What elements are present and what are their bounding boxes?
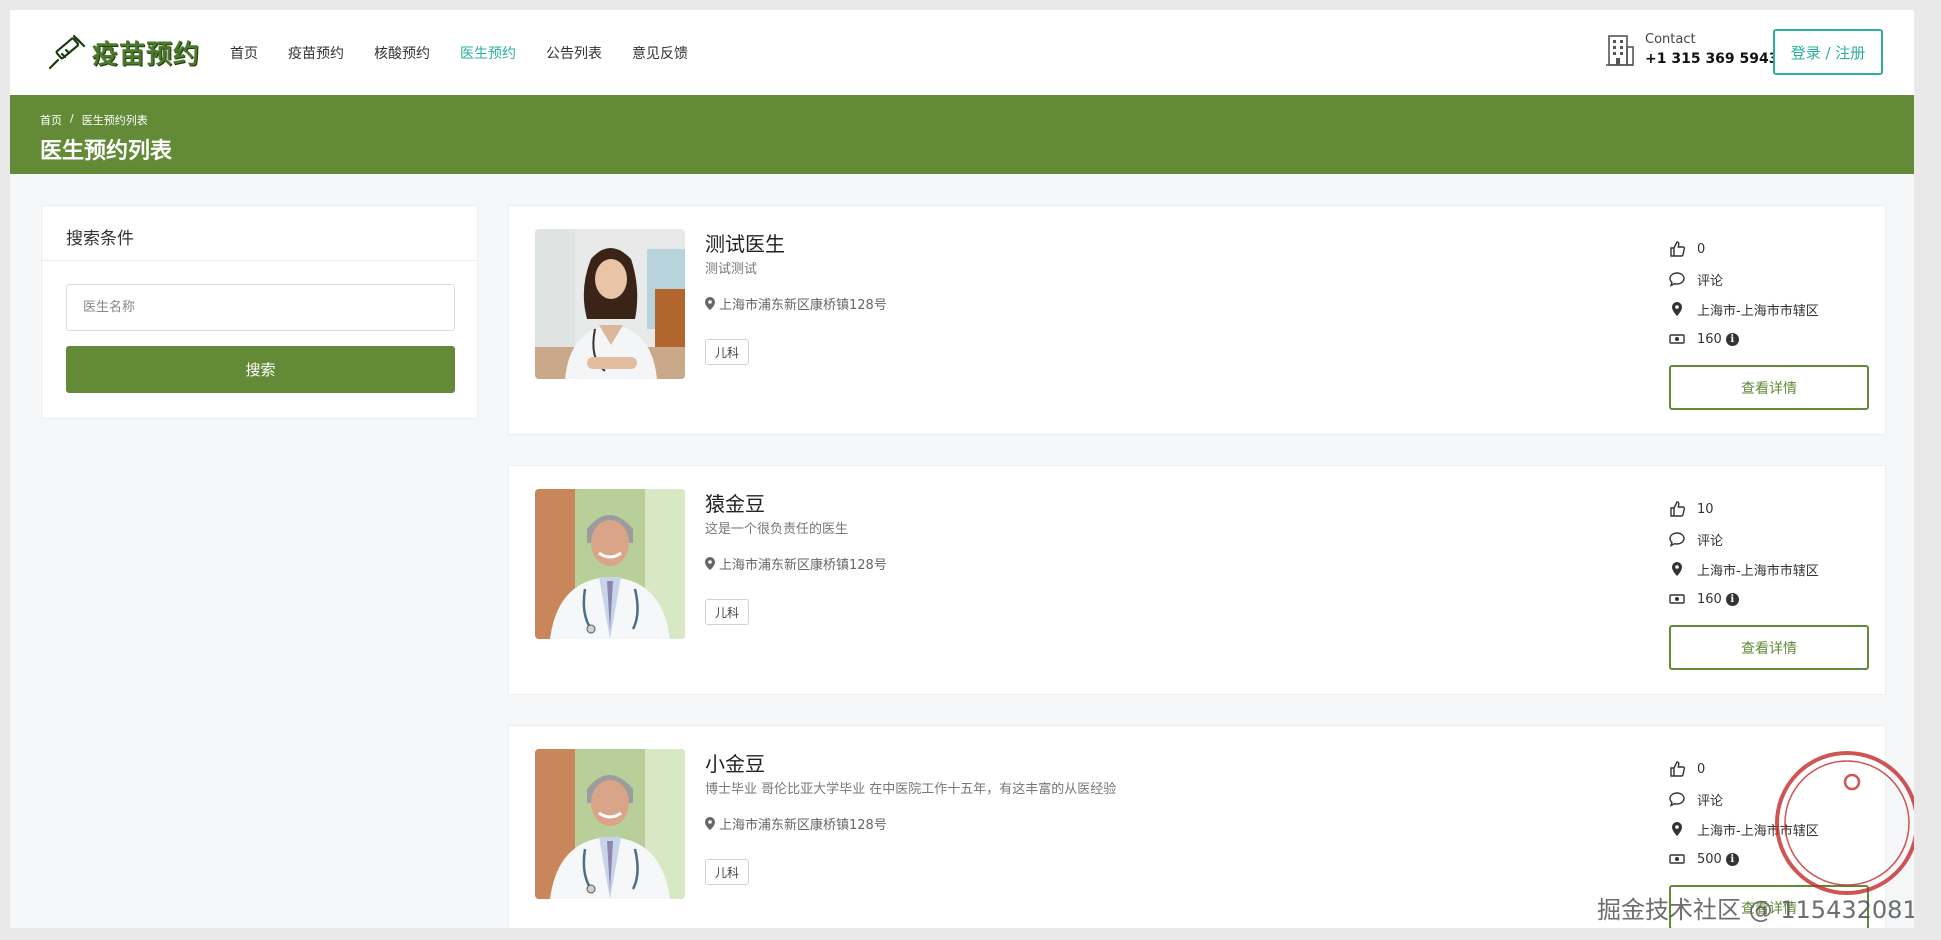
- region-row: 上海市-上海市市辖区: [1669, 554, 1869, 584]
- male-doctor-image: [535, 489, 685, 639]
- doctor-address: 上海市浦东新区康桥镇128号: [705, 554, 887, 573]
- region-text: 上海市-上海市市辖区: [1697, 563, 1819, 579]
- doctor-card: 测试医生 测试测试 上海市浦东新区康桥镇128号 儿科 0 评论 上海市-上海市…: [508, 205, 1886, 435]
- search-panel: 搜索条件 搜索: [41, 205, 478, 419]
- info-icon[interactable]: i: [1725, 332, 1739, 346]
- watermark-text: 掘金技术社区 @ 1154320813q: [1597, 896, 1914, 924]
- male-doctor-image: [535, 749, 685, 899]
- doctor-photo[interactable]: [535, 749, 685, 899]
- likes-count: 0: [1697, 241, 1706, 257]
- nav-doctor[interactable]: 医生预约: [460, 43, 516, 63]
- info-icon[interactable]: i: [1725, 592, 1739, 606]
- breadcrumb-current: 医生预约列表: [81, 114, 148, 127]
- search-button[interactable]: 搜索: [66, 346, 455, 393]
- doctor-name[interactable]: 测试医生: [705, 228, 785, 257]
- comment-icon[interactable]: [1669, 271, 1685, 287]
- department-tag: 儿科: [705, 599, 749, 625]
- doctor-photo[interactable]: [535, 229, 685, 379]
- nav-notices[interactable]: 公告列表: [546, 43, 602, 63]
- view-details-button[interactable]: 查看详情: [1669, 365, 1869, 410]
- money-bill-icon: [1669, 334, 1685, 344]
- department-tag: 儿科: [705, 859, 749, 885]
- price-row: 160 i: [1669, 584, 1869, 614]
- doctor-name-search-input[interactable]: [66, 284, 455, 331]
- doctor-address-text: 上海市浦东新区康桥镇128号: [719, 298, 887, 313]
- page-title: 医生预约列表: [40, 139, 173, 164]
- contact-label: Contact: [1645, 32, 1696, 47]
- likes-count: 0: [1697, 761, 1706, 777]
- doctor-photo[interactable]: [535, 489, 685, 639]
- syringe-icon: [48, 34, 86, 70]
- info-icon[interactable]: i: [1725, 852, 1739, 866]
- thumbs-up-icon[interactable]: [1669, 761, 1685, 777]
- doctor-description: 这是一个很负责任的医生: [705, 522, 849, 537]
- login-register-button[interactable]: 登录 / 注册: [1773, 29, 1883, 75]
- thumbs-up-icon[interactable]: [1669, 501, 1685, 517]
- contact-block: Contact +1 315 369 5943: [1605, 32, 1779, 67]
- comments-row: 评论: [1669, 264, 1869, 294]
- doctor-description: 测试测试: [705, 262, 758, 277]
- doctor-name[interactable]: 小金豆: [705, 748, 765, 777]
- location-pin-icon: [1672, 822, 1682, 836]
- price-value: 500: [1697, 851, 1722, 867]
- doctor-address-text: 上海市浦东新区康桥镇128号: [719, 818, 887, 833]
- likes-row: 0: [1669, 234, 1869, 264]
- doctor-address-text: 上海市浦东新区康桥镇128号: [719, 558, 887, 573]
- contact-phone: +1 315 369 5943: [1645, 51, 1779, 67]
- thumbs-up-icon[interactable]: [1669, 241, 1685, 257]
- doctor-meta: 10 评论 上海市-上海市市辖区 160 i: [1669, 494, 1869, 614]
- map-pin-icon: [705, 297, 715, 310]
- comments-label[interactable]: 评论: [1697, 790, 1723, 809]
- view-details-button[interactable]: 查看详情: [1669, 625, 1869, 670]
- nav-vaccine[interactable]: 疫苗预约: [288, 43, 344, 63]
- top-navbar: 疫苗预约 首页 疫苗预约 核酸预约 医生预约 公告列表 意见反馈 Contact…: [10, 10, 1914, 95]
- map-pin-icon: [705, 557, 715, 570]
- region-text: 上海市-上海市市辖区: [1697, 303, 1819, 319]
- price-row: 160 i: [1669, 324, 1869, 354]
- map-pin-icon: [705, 817, 715, 830]
- likes-count: 10: [1697, 501, 1714, 517]
- building-icon: [1606, 34, 1634, 66]
- comment-icon[interactable]: [1669, 531, 1685, 547]
- doctor-description: 博士毕业 哥伦比亚大学毕业 在中医院工作十五年，有这丰富的从医经验: [705, 782, 1117, 797]
- nav-home[interactable]: 首页: [230, 43, 258, 63]
- money-bill-icon: [1669, 594, 1685, 604]
- female-doctor-image: [535, 229, 685, 379]
- nav-feedback[interactable]: 意见反馈: [632, 43, 688, 63]
- price-value: 160: [1697, 591, 1722, 607]
- doctor-address: 上海市浦东新区康桥镇128号: [705, 814, 887, 833]
- comments-row: 评论: [1669, 524, 1869, 554]
- comment-icon[interactable]: [1669, 791, 1685, 807]
- logo-text: 疫苗预约: [92, 39, 201, 70]
- nav-nucleic-acid[interactable]: 核酸预约: [374, 43, 430, 63]
- breadcrumb-home[interactable]: 首页: [40, 112, 62, 128]
- price-value: 160: [1697, 331, 1722, 347]
- doctor-name[interactable]: 猿金豆: [705, 488, 765, 517]
- search-panel-heading: 搜索条件: [42, 206, 477, 261]
- page-title-band: 首页 / 医生预约列表 医生预约列表: [10, 95, 1914, 174]
- doctor-meta: 0 评论 上海市-上海市市辖区 160 i: [1669, 234, 1869, 354]
- main-nav: 首页 疫苗预约 核酸预约 医生预约 公告列表 意见反馈: [230, 10, 718, 95]
- red-seal-stamp: [1775, 751, 1914, 895]
- money-bill-icon: [1669, 854, 1685, 864]
- browser-viewport: 疫苗预约 首页 疫苗预约 核酸预约 医生预约 公告列表 意见反馈 Contact…: [10, 10, 1914, 928]
- doctor-card: 猿金豆 这是一个很负责任的医生 上海市浦东新区康桥镇128号 儿科 10 评论 …: [508, 465, 1886, 695]
- comments-label[interactable]: 评论: [1697, 530, 1723, 549]
- location-pin-icon: [1672, 302, 1682, 316]
- region-row: 上海市-上海市市辖区: [1669, 294, 1869, 324]
- doctor-address: 上海市浦东新区康桥镇128号: [705, 294, 887, 313]
- department-tag: 儿科: [705, 339, 749, 365]
- location-pin-icon: [1672, 562, 1682, 576]
- breadcrumb: 首页 / 医生预约列表: [40, 112, 148, 128]
- site-logo[interactable]: 疫苗预约: [46, 32, 200, 72]
- breadcrumb-separator: /: [70, 112, 74, 125]
- likes-row: 10: [1669, 494, 1869, 524]
- comments-label[interactable]: 评论: [1697, 270, 1723, 289]
